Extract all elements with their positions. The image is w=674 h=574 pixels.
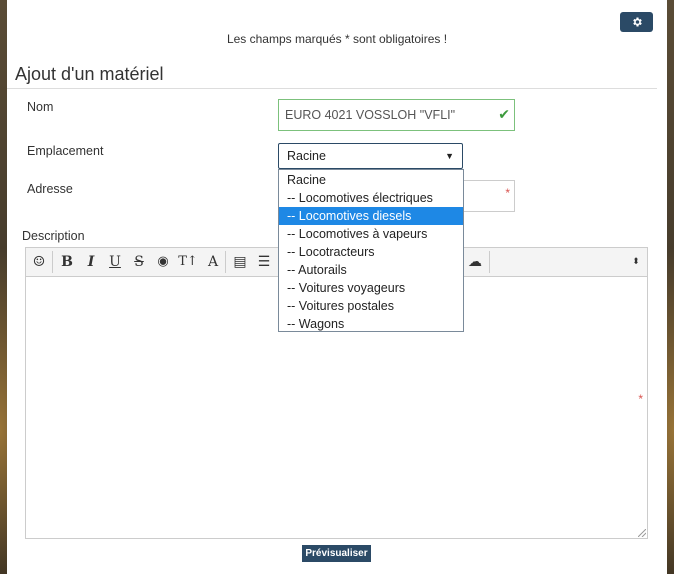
emplacement-dropdown: Racine -- Locomotives électriques -- Loc… [278, 169, 464, 332]
emoji-icon[interactable]: ☺ [31, 254, 47, 270]
cloud-upload-icon[interactable]: ☁ [467, 254, 483, 270]
list-icon[interactable]: ☰ [256, 254, 272, 270]
option-locomotives-vapeurs[interactable]: -- Locomotives à vapeurs [279, 225, 463, 243]
nom-value: EURO 4021 VOSSLOH "VFLI" [285, 108, 456, 122]
toolbar-divider [489, 251, 490, 273]
form-panel: Les champs marqués * sont obligatoires !… [7, 0, 667, 574]
description-label: Description [22, 229, 85, 243]
page-title: Ajout d'un matériel [15, 64, 164, 84]
required-fields-note: Les champs marqués * sont obligatoires ! [226, 32, 448, 46]
strikethrough-icon[interactable]: S [131, 254, 147, 270]
option-locomotives-diesels[interactable]: -- Locomotives diesels [279, 207, 463, 225]
font-size-icon[interactable]: T↑ [177, 254, 199, 270]
adresse-label: Adresse [27, 182, 73, 196]
resize-handle-icon[interactable] [638, 529, 646, 537]
italic-icon[interactable]: I [83, 254, 99, 270]
underline-icon[interactable]: U [107, 254, 123, 270]
nom-field[interactable]: EURO 4021 VOSSLOH "VFLI" ✔ [278, 99, 515, 131]
option-voitures-postales[interactable]: -- Voitures postales [279, 297, 463, 315]
chevron-updown-icon[interactable]: ⬍ [628, 254, 644, 270]
gear-icon [632, 17, 642, 27]
required-marker: * [638, 392, 643, 406]
emplacement-label: Emplacement [27, 144, 104, 158]
emplacement-select[interactable]: Racine ▼ [278, 143, 463, 169]
emplacement-selected-value: Racine [287, 149, 326, 163]
toolbar-divider [52, 251, 53, 273]
option-locotracteurs[interactable]: -- Locotracteurs [279, 243, 463, 261]
color-drop-icon[interactable]: ◉ [155, 254, 171, 270]
option-locomotives-electriques[interactable]: -- Locomotives électriques [279, 189, 463, 207]
paragraph-icon[interactable]: ▤ [232, 254, 248, 270]
nom-label: Nom [27, 100, 54, 114]
option-racine[interactable]: Racine [279, 171, 463, 189]
toolbar-divider [225, 251, 226, 273]
option-wagons[interactable]: -- Wagons [279, 315, 463, 333]
font-icon[interactable]: A [205, 254, 221, 270]
bold-icon[interactable]: B [59, 254, 75, 270]
caret-down-icon: ▼ [445, 151, 454, 161]
option-autorails[interactable]: -- Autorails [279, 261, 463, 279]
required-marker: * [505, 186, 510, 200]
preview-button[interactable]: Prévisualiser [302, 545, 371, 562]
check-icon: ✔ [498, 106, 510, 122]
settings-button[interactable] [620, 12, 653, 32]
option-voitures-voyageurs[interactable]: -- Voitures voyageurs [279, 279, 463, 297]
title-divider [7, 88, 657, 89]
